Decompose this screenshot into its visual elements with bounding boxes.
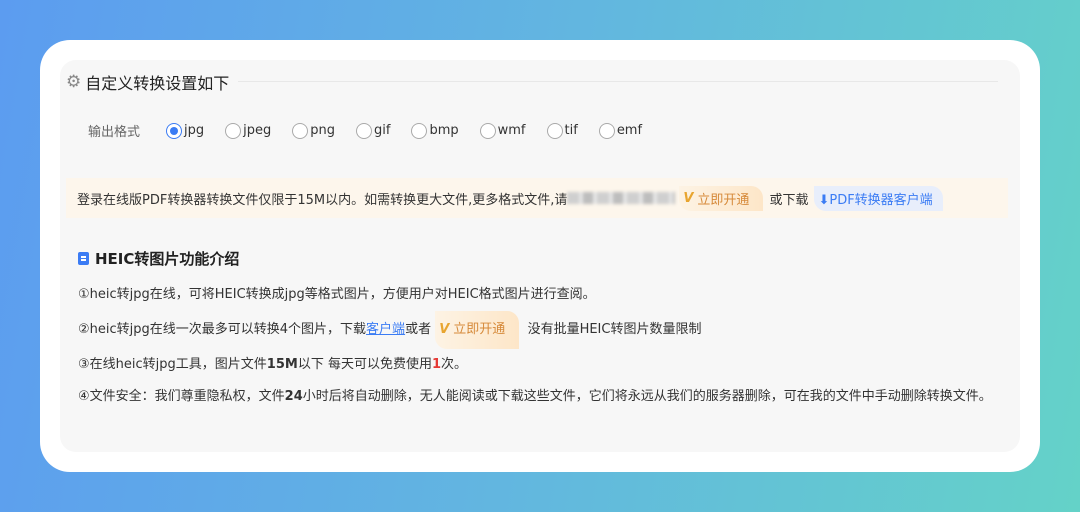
vip-icon: V xyxy=(439,322,450,337)
size-limit-notice: 登录在线版PDF转换器转换文件仅限于15M以内。如需转换更大文件,更多格式文件,… xyxy=(66,178,1008,218)
format-option-jpeg[interactable]: jpeg xyxy=(225,122,272,139)
radio-bmp[interactable] xyxy=(411,122,428,139)
vip-icon: V xyxy=(683,190,694,206)
format-option-bmp[interactable]: bmp xyxy=(411,122,459,139)
text: 没有批量HEIC转图片数量限制 xyxy=(527,322,702,337)
format-label: tif xyxy=(564,123,578,138)
format-option-jpg[interactable]: jpg xyxy=(166,122,205,139)
format-label: jpeg xyxy=(243,123,272,138)
radio-gif[interactable] xyxy=(356,122,373,139)
radio-jpg[interactable] xyxy=(166,122,183,139)
hours: 24 xyxy=(284,389,303,404)
format-option-wmf[interactable]: wmf xyxy=(479,122,526,139)
format-label: jpg xyxy=(184,123,205,138)
text: 或者 xyxy=(405,322,432,337)
download-icon: ⬇ xyxy=(818,192,830,208)
book-icon xyxy=(78,252,89,265)
output-format-group: 输出格式 jpg jpeg png gif bmp wmf tif emf xyxy=(88,121,663,140)
settings-header: ⚙ 自定义转换设置如下 xyxy=(66,70,229,94)
client-label: PDF转换器客户端 xyxy=(829,192,933,208)
or-download-text: 或下载 xyxy=(769,192,809,208)
radio-png[interactable] xyxy=(292,122,309,139)
vip-label: 立即开通 xyxy=(697,192,750,208)
blurred-text xyxy=(567,192,676,204)
text: ③在线heic转jpg工具，图片文件 xyxy=(78,357,267,372)
free-count: 1 xyxy=(431,357,441,372)
text: ④文件安全：我们尊重隐私权，文件 xyxy=(78,389,285,404)
format-label: gif xyxy=(374,123,391,138)
format-option-tif[interactable]: tif xyxy=(546,122,578,139)
format-option-gif[interactable]: gif xyxy=(356,122,391,139)
intro-item-1: ①heic转jpg在线，可将HEIC转换成jpg等格式图片，方便用户对HEIC格… xyxy=(78,287,596,302)
vip-activate-button[interactable]: V 立即开通 xyxy=(435,311,520,349)
text: 次。 xyxy=(441,357,468,372)
client-link[interactable]: 客户端 xyxy=(366,322,405,337)
format-label: emf xyxy=(616,123,643,138)
settings-title: 自定义转换设置如下 xyxy=(85,74,230,93)
intro-item-4: ④文件安全：我们尊重隐私权，文件24小时后将自动删除，无人能阅读或下载这些文件，… xyxy=(78,381,1008,413)
size-limit: 15M xyxy=(266,357,298,372)
output-format-label: 输出格式 xyxy=(88,125,141,140)
download-client-link[interactable]: ⬇PDF转换器客户端 xyxy=(814,185,943,211)
settings-panel: ⚙ 自定义转换设置如下 输出格式 jpg jpeg png gif bmp wm… xyxy=(60,60,1020,452)
gear-icon: ⚙ xyxy=(66,72,82,92)
radio-jpeg[interactable] xyxy=(225,122,242,139)
notice-text: 登录在线版PDF转换器转换文件仅限于15M以内。如需转换更大文件,更多格式文件,… xyxy=(77,192,568,208)
card: ⚙ 自定义转换设置如下 输出格式 jpg jpeg png gif bmp wm… xyxy=(40,40,1040,472)
format-option-png[interactable]: png xyxy=(292,122,336,139)
radio-wmf[interactable] xyxy=(479,122,496,139)
intro-item-2: ②heic转jpg在线一次最多可以转换4个图片，下载客户端或者 V 立即开通 没有… xyxy=(78,311,1008,349)
text: ②heic转jpg在线一次最多可以转换4个图片，下载 xyxy=(78,322,367,337)
vip-label: 立即开通 xyxy=(453,322,506,337)
format-label: bmp xyxy=(429,123,459,138)
text: 以下 每天可以免费使用 xyxy=(297,357,432,372)
vip-activate-button[interactable]: V 立即开通 xyxy=(679,185,764,211)
divider xyxy=(238,81,998,82)
radio-emf[interactable] xyxy=(598,122,615,139)
format-option-emf[interactable]: emf xyxy=(598,122,643,139)
format-label: png xyxy=(310,123,336,138)
format-label: wmf xyxy=(497,123,526,138)
intro-item-3: ③在线heic转jpg工具，图片文件15M以下 每天可以免费使用1次。 xyxy=(78,349,1008,381)
radio-tif[interactable] xyxy=(546,122,563,139)
intro-title: HEIC转图片功能介绍 xyxy=(95,250,240,268)
text: 小时后将自动删除，无人能阅读或下载这些文件，它们将永远从我们的服务器删除，可在我… xyxy=(302,389,992,404)
heic-intro: HEIC转图片功能介绍 ①heic转jpg在线，可将HEIC转换成jpg等格式图… xyxy=(78,248,1008,413)
